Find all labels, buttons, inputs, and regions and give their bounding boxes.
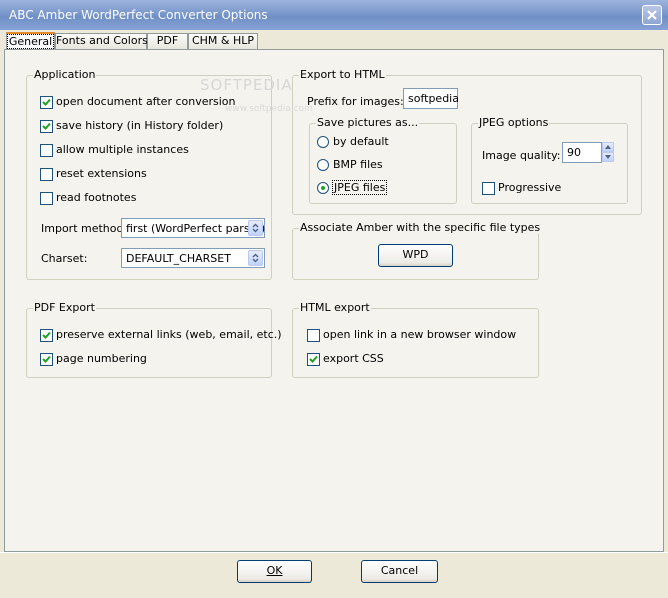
prefix-for-images-label: Prefix for images: bbox=[307, 95, 404, 108]
export-to-html-legend: Export to HTML bbox=[299, 68, 386, 81]
spin-down-button[interactable] bbox=[602, 152, 614, 162]
checkbox-label: page numbering bbox=[56, 352, 147, 365]
pdf-export-legend: PDF Export bbox=[33, 301, 96, 314]
checkbox-label: allow multiple instances bbox=[56, 143, 189, 156]
jpeg-options-legend: JPEG options bbox=[478, 116, 550, 129]
chevron-updown-icon bbox=[252, 253, 259, 263]
dropdown-button[interactable] bbox=[248, 250, 263, 266]
radio-circle[interactable] bbox=[317, 136, 329, 148]
image-quality-value: 90 bbox=[567, 146, 581, 159]
cancel-button[interactable]: Cancel bbox=[361, 560, 438, 583]
charset-value: DEFAULT_CHARSET bbox=[126, 252, 231, 265]
radio-label: by default bbox=[333, 135, 389, 148]
checkbox-label: preserve external links (web, email, etc… bbox=[56, 328, 282, 341]
checkbox-box[interactable] bbox=[307, 353, 320, 366]
check-mark-icon bbox=[309, 355, 318, 363]
tab-fonts-and-colors[interactable]: Fonts and Colors bbox=[55, 33, 148, 49]
dropdown-button[interactable] bbox=[248, 220, 263, 236]
footer-divider bbox=[0, 552, 668, 553]
image-quality-input[interactable]: 90 bbox=[562, 142, 602, 163]
associate-legend: Associate Amber with the specific file t… bbox=[299, 221, 542, 234]
wpd-button[interactable]: WPD bbox=[378, 244, 453, 267]
close-button[interactable] bbox=[642, 5, 662, 25]
chevron-updown-icon bbox=[252, 223, 259, 233]
radio-selected-dot bbox=[321, 186, 325, 190]
radio-circle[interactable] bbox=[317, 182, 329, 194]
tab-chm-hlp[interactable]: CHM & HLP bbox=[188, 33, 258, 49]
jpeg-options-group: JPEG options Image quality: 90 Progressi… bbox=[471, 116, 628, 204]
check-mark-icon bbox=[42, 355, 51, 363]
tab-pdf[interactable]: PDF bbox=[147, 33, 188, 49]
import-method-value: first (WordPerfect parser) bbox=[126, 222, 266, 235]
check-mark-icon bbox=[42, 331, 51, 339]
softpedia-watermark-url: www.softpedia.com bbox=[225, 104, 313, 114]
checkbox-box[interactable] bbox=[482, 182, 495, 195]
checkbox-box[interactable] bbox=[40, 96, 53, 109]
checkbox-label: open document after conversion bbox=[56, 95, 236, 108]
checkbox-label: open link in a new browser window bbox=[323, 328, 517, 341]
import-method-label: Import method: bbox=[41, 222, 128, 235]
prefix-for-images-value: softpedia bbox=[408, 92, 459, 105]
checkbox-box[interactable] bbox=[40, 168, 53, 181]
prefix-for-images-input[interactable]: softpedia bbox=[403, 88, 459, 109]
checkbox-box[interactable] bbox=[40, 144, 53, 157]
save-pictures-group: Save pictures as... by default BMP files… bbox=[309, 116, 457, 204]
spin-up-button[interactable] bbox=[602, 142, 614, 152]
checkbox-box[interactable] bbox=[307, 329, 320, 342]
checkbox-label: Progressive bbox=[498, 181, 562, 194]
ok-button-label: OK bbox=[266, 564, 283, 577]
check-mark-icon bbox=[42, 122, 51, 130]
tab-general[interactable]: General bbox=[6, 32, 55, 50]
softpedia-watermark: SOFTPEDIA bbox=[200, 76, 293, 94]
options-window: ABC Amber WordPerfect Converter Options … bbox=[0, 0, 668, 598]
import-method-select[interactable]: first (WordPerfect parser) bbox=[121, 218, 265, 238]
radio-label: JPEG files bbox=[331, 180, 388, 195]
charset-label: Charset: bbox=[41, 252, 88, 265]
html-export-legend: HTML export bbox=[299, 301, 371, 314]
image-quality-spinner[interactable] bbox=[602, 142, 614, 163]
checkbox-label: read footnotes bbox=[56, 191, 137, 204]
arrow-up-icon bbox=[605, 145, 611, 149]
application-legend: Application bbox=[33, 68, 97, 81]
checkbox-box[interactable] bbox=[40, 353, 53, 366]
image-quality-label: Image quality: bbox=[482, 149, 561, 162]
checkbox-label: export CSS bbox=[323, 352, 384, 365]
html-export-group: HTML export open link in a new browser w… bbox=[292, 301, 539, 378]
cancel-button-label: Cancel bbox=[380, 564, 419, 577]
pdf-export-group: PDF Export preserve external links (web,… bbox=[26, 301, 282, 378]
save-pictures-legend: Save pictures as... bbox=[316, 116, 420, 129]
checkbox-box[interactable] bbox=[40, 329, 53, 342]
radio-label: BMP files bbox=[333, 158, 383, 171]
ok-button[interactable]: OK bbox=[237, 560, 312, 583]
checkbox-label: save history (in History folder) bbox=[56, 119, 224, 132]
export-to-html-group: Export to HTML Prefix for images: softpe… bbox=[292, 68, 642, 215]
checkbox-box[interactable] bbox=[40, 192, 53, 205]
general-tab-page: Application open document after conversi… bbox=[4, 49, 664, 552]
title-bar[interactable]: ABC Amber WordPerfect Converter Options bbox=[0, 0, 668, 30]
arrow-down-icon bbox=[605, 155, 611, 159]
checkbox-label: reset extensions bbox=[56, 167, 147, 180]
check-mark-icon bbox=[42, 98, 51, 106]
checkbox-box[interactable] bbox=[40, 120, 53, 133]
charset-select[interactable]: DEFAULT_CHARSET bbox=[121, 248, 265, 268]
radio-circle[interactable] bbox=[317, 159, 329, 171]
associate-group: Associate Amber with the specific file t… bbox=[292, 221, 542, 280]
window-title: ABC Amber WordPerfect Converter Options bbox=[9, 8, 268, 22]
close-icon bbox=[647, 10, 657, 20]
